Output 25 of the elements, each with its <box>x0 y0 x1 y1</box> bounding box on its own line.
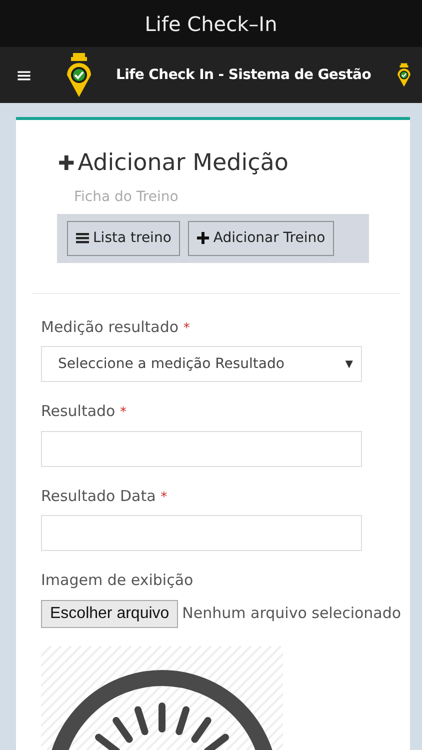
file-status: Nenhum arquivo selecionado <box>182 603 402 624</box>
page-subtitle: Ficha do Treino <box>74 188 180 206</box>
input-field[interactable] <box>41 430 362 466</box>
toolbar-button[interactable]: Adicionar Treino <box>188 220 334 256</box>
required-mark: * <box>183 320 190 336</box>
caret-icon: ▼ <box>345 357 353 372</box>
app-title: Life Check–In <box>0 0 422 47</box>
list-icon <box>76 232 89 244</box>
menu-button[interactable]: ≡ <box>14 65 34 85</box>
navbar-title: Life Check In - Sistema de Gestão <box>116 66 372 84</box>
plus-icon: ✚ <box>58 153 75 174</box>
field-label: Medição resultado <box>41 318 179 336</box>
plus-icon <box>197 232 210 244</box>
logo-icon[interactable] <box>396 62 412 88</box>
toolbar-button[interactable]: Lista treino <box>67 220 180 256</box>
logo-icon <box>64 51 94 99</box>
required-mark: * <box>160 490 168 504</box>
page-title: Adicionar Medição <box>78 149 288 178</box>
field-label: Imagem de exibição <box>41 571 194 589</box>
input-field[interactable] <box>41 515 362 551</box>
choose-file-button[interactable]: Escolher arquivo <box>41 600 178 628</box>
field-label: Resultado Data <box>41 486 156 504</box>
required-mark: * <box>120 405 127 420</box>
field-label: Resultado <box>41 402 116 420</box>
select-field[interactable]: Seleccione a medição Resultado ▼ <box>41 346 362 382</box>
